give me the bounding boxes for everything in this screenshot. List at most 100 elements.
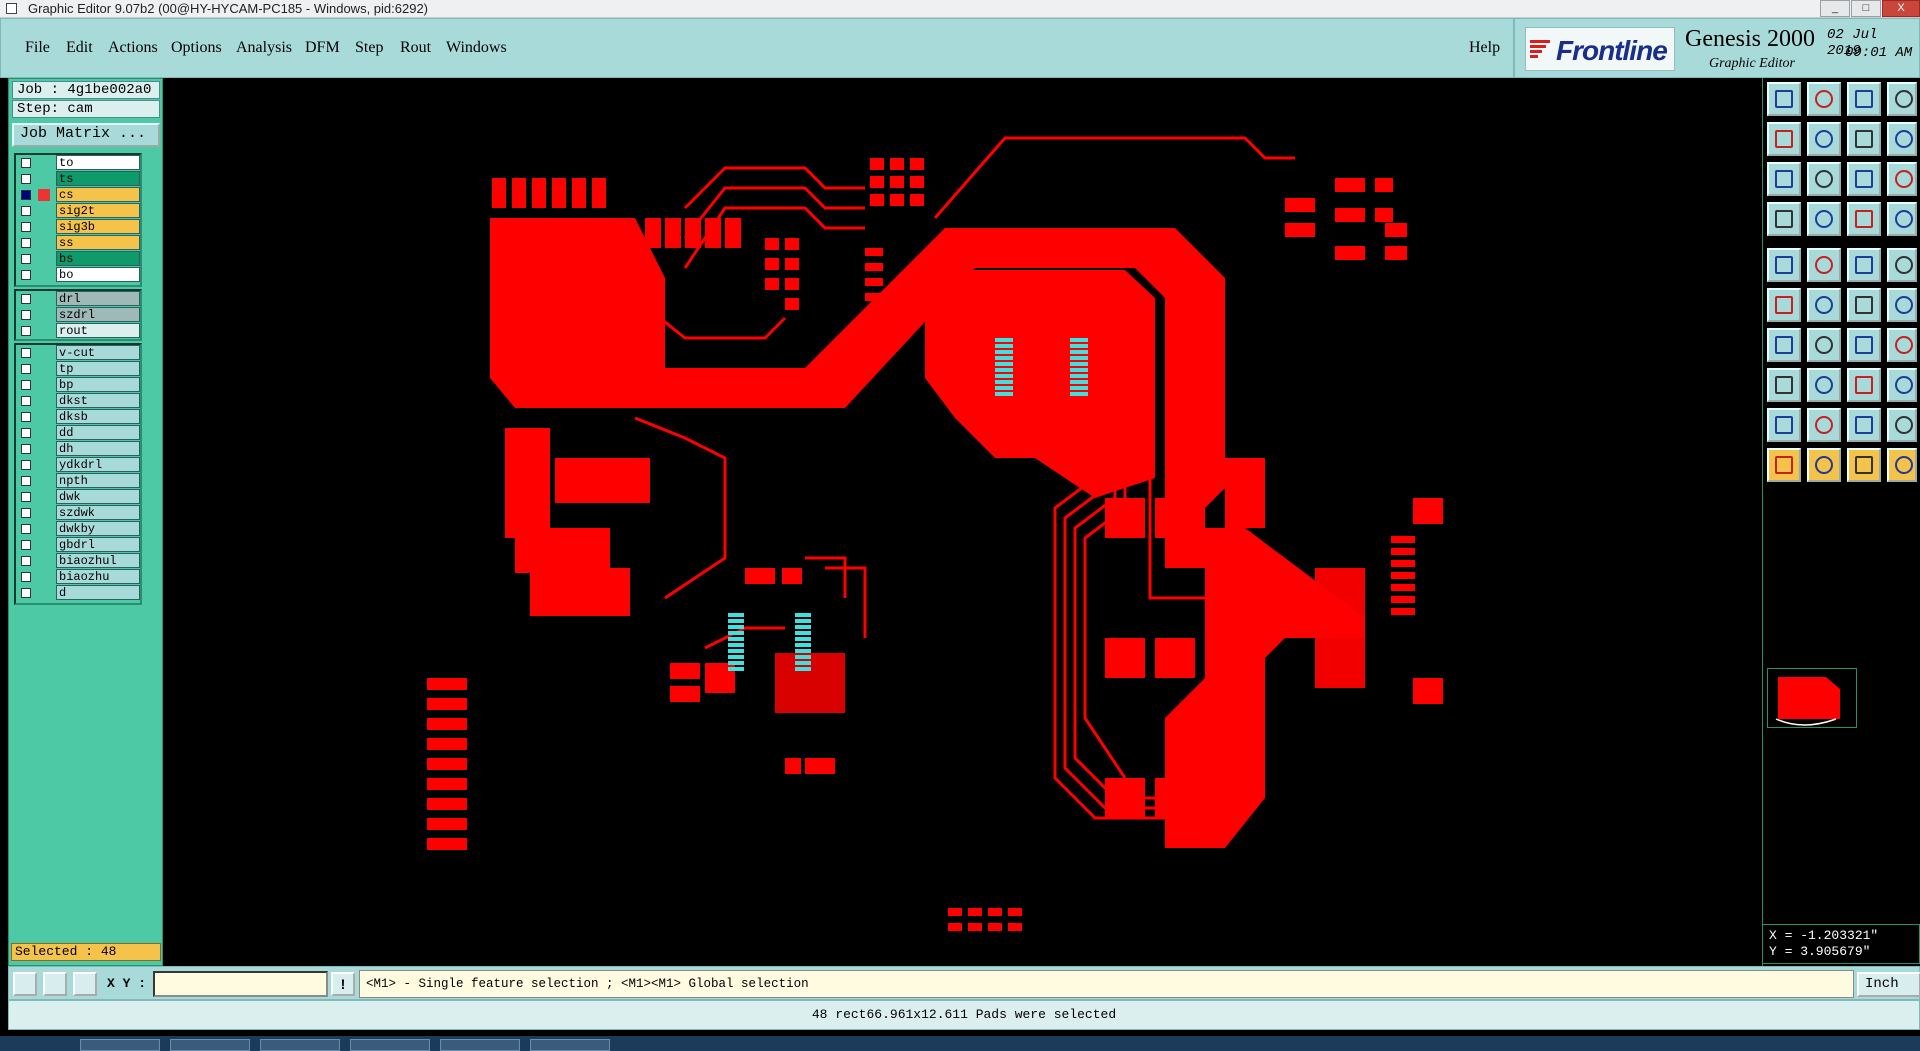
layer-name[interactable]: ss [56,235,140,250]
layer-checkbox[interactable] [21,364,31,374]
layer-name[interactable]: drl [56,291,140,306]
menu-options[interactable]: Options [171,39,222,57]
layer-checkbox[interactable] [21,294,31,304]
layer-row-biaozhul[interactable]: biaozhul [16,553,140,569]
menu-file[interactable]: File [25,39,50,57]
menu-actions[interactable]: Actions [108,39,158,57]
layer-checkbox[interactable] [21,524,31,534]
layer-row-to[interactable]: to [16,155,140,171]
ruler-tool-button[interactable] [1847,248,1881,282]
scale-tool-button[interactable] [1847,162,1881,196]
job-matrix-button[interactable]: Job Matrix ... [12,123,160,147]
layers-tool-button[interactable] [1767,202,1801,236]
close-button[interactable]: X [1882,0,1920,17]
next-tool-button[interactable] [1807,122,1841,156]
layer-row-dksb[interactable]: dksb [16,409,140,425]
grid-tool-button[interactable] [1807,202,1841,236]
layer-name[interactable]: szdwk [56,505,140,520]
layer-checkbox[interactable] [21,380,31,390]
help-tool-button[interactable] [1887,162,1917,196]
net-tool-button[interactable] [1887,202,1917,236]
snap-tool-button[interactable] [1847,202,1881,236]
layer-name[interactable]: tp [56,361,140,376]
layer-row-tp[interactable]: tp [16,361,140,377]
layer-checkbox[interactable] [21,222,31,232]
layer-name[interactable]: ydkdrl [56,457,140,472]
xy-input[interactable] [153,971,328,997]
layer-name[interactable]: sig3b [56,219,140,234]
layer-row-ydkdrl[interactable]: ydkdrl [16,457,140,473]
arc-tool-button[interactable] [1887,288,1917,322]
layer-row-dkst[interactable]: dkst [16,393,140,409]
layer-name[interactable]: biaozhul [56,553,140,568]
layer-checkbox[interactable] [21,444,31,454]
layer-name[interactable]: ts [56,171,140,186]
layer-name[interactable]: dwkby [56,521,140,536]
layer-name[interactable]: dh [56,441,140,456]
hat-tool-button[interactable] [1887,408,1917,442]
layer-name[interactable]: sig2t [56,203,140,218]
arch-tool-button[interactable] [1847,408,1881,442]
layer-checkbox[interactable] [21,174,31,184]
menu-edit[interactable]: Edit [66,39,93,57]
layer-row-sig3b[interactable]: sig3b [16,219,140,235]
layer-name[interactable]: szdrl [56,307,140,322]
home-tool-button[interactable] [1847,82,1881,116]
layer-checkbox[interactable] [21,326,31,336]
fit-tool-button[interactable] [1767,162,1801,196]
layer-checkbox[interactable] [21,556,31,566]
layer-checkbox[interactable] [21,572,31,582]
layer-name[interactable]: npth [56,473,140,488]
menu-help[interactable]: Help [1469,39,1500,57]
overview-window[interactable] [1767,668,1857,728]
layer-row-npth[interactable]: npth [16,473,140,489]
layer-name[interactable]: v-cut [56,345,140,360]
layer-checkbox[interactable] [21,270,31,280]
layer-checkbox[interactable] [21,492,31,502]
prev-tool-button[interactable] [1767,122,1801,156]
layer-row-rout[interactable]: rout [16,323,140,339]
layer-row-biaozhu[interactable]: biaozhu [16,569,140,585]
layer-row-dh[interactable]: dh [16,441,140,457]
layer-name[interactable]: d [56,585,140,600]
shape-tool-button[interactable] [1767,408,1801,442]
peak-tool-button[interactable] [1807,408,1841,442]
layer-row-dwkby[interactable]: dwkby [16,521,140,537]
layer-row-v-cut[interactable]: v-cut [16,345,140,361]
curve-tool-button[interactable] [1847,328,1881,362]
layer-name[interactable]: dwk [56,489,140,504]
layer-row-dwk[interactable]: dwk [16,489,140,505]
menu-step[interactable]: Step [355,39,383,57]
layer-row-dd[interactable]: dd [16,425,140,441]
layer-row-sig2t[interactable]: sig2t [16,203,140,219]
layer-name[interactable]: dkst [56,393,140,408]
layer-row-bs[interactable]: bs [16,251,140,267]
move-tool-button[interactable] [1767,368,1801,402]
layer-checkbox[interactable] [21,190,31,200]
layer-checkbox[interactable] [21,508,31,518]
layer-row-d[interactable]: d [16,585,140,601]
cross-tool-button[interactable] [1807,288,1841,322]
split-tool-button[interactable] [1887,122,1917,156]
measure-button[interactable] [43,972,67,996]
line-tool-button[interactable] [1847,288,1881,322]
layer-name[interactable]: bo [56,267,140,282]
slash-tool-button[interactable] [1807,328,1841,362]
join-tool-button[interactable] [1847,368,1881,402]
layer-row-bp[interactable]: bp [16,377,140,393]
select-tool-button[interactable] [1767,448,1801,482]
connect-tool-button[interactable] [1767,288,1801,322]
layer-row-drl[interactable]: drl [16,291,140,307]
layer-row-ts[interactable]: ts [16,171,140,187]
units-selector[interactable]: Inch [1857,972,1920,997]
circle-tool-button[interactable] [1887,248,1917,282]
save-tool-button[interactable] [1807,82,1841,116]
layer-checkbox[interactable] [21,158,31,168]
menu-analysis[interactable]: Analysis [236,39,292,57]
layer-name[interactable]: bp [56,377,140,392]
layer-checkbox[interactable] [21,460,31,470]
flip-tool-button[interactable] [1847,122,1881,156]
layer-row-ss[interactable]: ss [16,235,140,251]
layer-row-bo[interactable]: bo [16,267,140,283]
minimize-button[interactable]: _ [1820,0,1850,17]
